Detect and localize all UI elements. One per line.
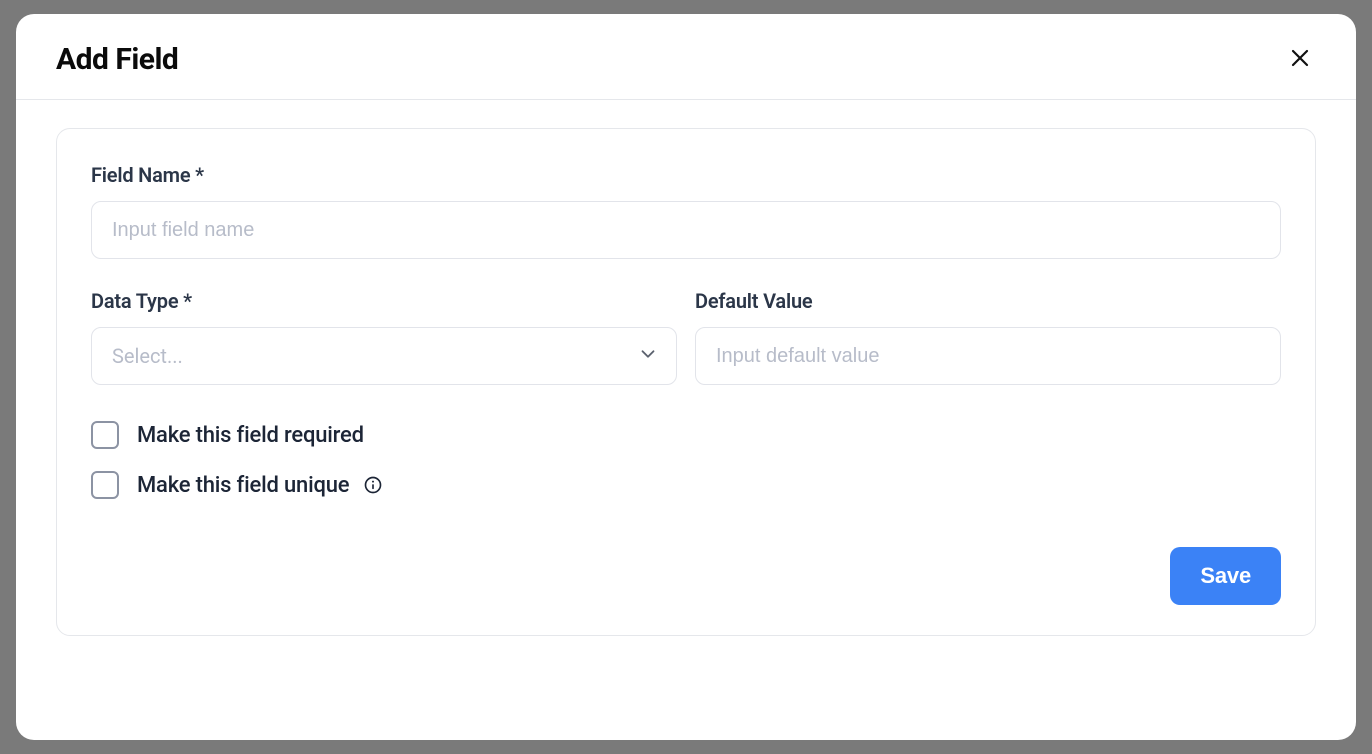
required-checkbox-label: Make this field required (137, 423, 364, 448)
modal-body: Field Name * Data Type * Select... (16, 100, 1356, 740)
form-row-type-default: Data Type * Select... Default Value (91, 289, 1281, 385)
save-button[interactable]: Save (1170, 547, 1281, 605)
data-type-group: Data Type * Select... (91, 289, 677, 385)
required-checkbox-row: Make this field required (91, 421, 1281, 449)
data-type-label: Data Type * (91, 289, 677, 313)
default-value-input[interactable] (695, 327, 1281, 385)
default-value-group: Default Value (695, 289, 1281, 385)
add-field-modal: Add Field Field Name * Data Type * Selec… (16, 14, 1356, 740)
checkbox-group: Make this field required Make this field… (91, 421, 1281, 499)
unique-checkbox[interactable] (91, 471, 119, 499)
default-value-label: Default Value (695, 289, 1281, 313)
modal-header: Add Field (16, 14, 1356, 100)
unique-checkbox-label: Make this field unique (137, 473, 383, 498)
data-type-select-wrap: Select... (91, 327, 677, 385)
data-type-select[interactable]: Select... (91, 327, 677, 385)
form-card: Field Name * Data Type * Select... (56, 128, 1316, 636)
field-name-label: Field Name * (91, 163, 1281, 187)
modal-title: Add Field (56, 42, 178, 77)
required-checkbox[interactable] (91, 421, 119, 449)
field-name-input[interactable] (91, 201, 1281, 259)
field-name-group: Field Name * (91, 163, 1281, 259)
close-button[interactable] (1284, 42, 1316, 77)
form-actions: Save (91, 547, 1281, 605)
info-icon[interactable] (363, 475, 383, 495)
close-icon (1288, 46, 1312, 73)
required-checkbox-text: Make this field required (137, 423, 364, 448)
unique-checkbox-row: Make this field unique (91, 471, 1281, 499)
unique-checkbox-text: Make this field unique (137, 473, 349, 498)
